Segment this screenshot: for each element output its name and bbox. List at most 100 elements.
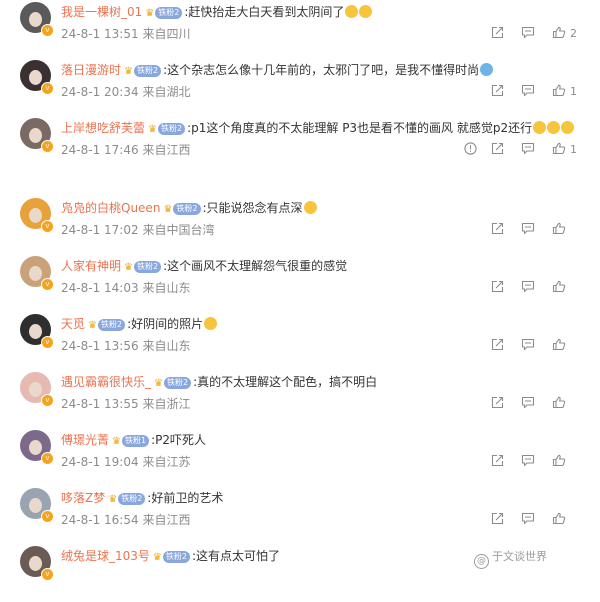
share-icon — [491, 396, 504, 409]
like-button[interactable] — [552, 280, 566, 293]
comment-location: 来自湖北 — [142, 85, 191, 99]
reply-button[interactable] — [521, 222, 535, 235]
username[interactable]: 我是一棵树_01 — [61, 5, 142, 19]
comment-header: 落日漫游时 ♛ 铁粉2:这个杂志怎么像十几年前的，太邪门了吧，是我不懂得时尚 — [61, 62, 494, 78]
share-icon — [491, 338, 504, 351]
comment-header: 遇见霸霸很快乐_ ♛ 铁粉2:真的不太理解这个配色，搞不明白 — [61, 374, 377, 390]
thumbs-up-icon — [552, 512, 566, 525]
crown-icon: ♛ — [152, 552, 162, 563]
reply-button[interactable] — [521, 280, 535, 293]
share-button[interactable] — [491, 338, 504, 351]
thumbs-up-icon — [552, 454, 566, 467]
reply-button[interactable] — [521, 396, 535, 409]
comment-time: 19:04 — [104, 455, 139, 469]
comment-text: :真的不太理解这个配色，搞不明白 — [193, 375, 378, 389]
comment-time: 13:56 — [104, 339, 139, 353]
like-button[interactable]: 1 — [552, 84, 577, 98]
username[interactable]: 天觅 — [61, 317, 85, 331]
report-icon — [464, 142, 477, 155]
fan-badge: 铁粉2 — [118, 493, 146, 505]
reply-icon — [521, 338, 535, 351]
thumbs-up-icon — [552, 396, 566, 409]
reply-button[interactable] — [521, 338, 535, 351]
reply-button[interactable] — [521, 84, 535, 97]
reply-button[interactable] — [521, 512, 535, 525]
like-button[interactable] — [552, 222, 566, 235]
emoji-icon — [359, 5, 373, 18]
comment-item: v 人家有神明 ♛ 铁粉2:这个画风不太理解怨气很重的感觉 24-8-1 14:03 来… — [0, 256, 600, 312]
username[interactable]: 遇见霸霸很快乐_ — [61, 375, 151, 389]
username[interactable]: 绒兔是球_103号 — [61, 549, 150, 563]
comment-date: 24-8-1 — [61, 143, 101, 157]
fan-badge: 铁粉2 — [173, 203, 201, 215]
share-button[interactable] — [491, 454, 504, 467]
crown-icon: ♛ — [163, 204, 173, 215]
reply-icon — [521, 26, 535, 39]
verified-badge-icon: v — [41, 24, 54, 37]
fan-badge: 铁粉2 — [162, 551, 190, 563]
username[interactable]: 人家有神明 — [61, 259, 121, 273]
username[interactable]: 傅璟光菁 — [61, 433, 109, 447]
share-button[interactable] — [491, 512, 504, 525]
fan-badge: 铁粉2 — [155, 7, 183, 19]
comment-header: 哆落Z梦 ♛ 铁粉2:好前卫的艺术 — [61, 490, 223, 506]
comment-date: 24-8-1 — [61, 397, 101, 411]
share-button[interactable] — [491, 280, 504, 293]
reply-icon — [521, 222, 535, 235]
share-icon — [491, 512, 504, 525]
share-button[interactable] — [491, 84, 504, 97]
like-button[interactable] — [552, 454, 566, 467]
comment-text: :P2吓死人 — [151, 433, 206, 447]
comment-meta: 24-8-1 19:04 来自江苏 — [61, 454, 190, 470]
reply-button[interactable] — [521, 142, 535, 155]
thumbs-up-icon — [552, 26, 566, 39]
verified-badge-icon: v — [41, 140, 54, 153]
fan-badge: 铁粉1 — [121, 435, 150, 447]
emoji-icon — [533, 121, 547, 134]
emoji-icon — [561, 121, 575, 134]
verified-badge-icon: v — [41, 220, 54, 233]
like-button[interactable] — [552, 396, 566, 409]
comment-date: 24-8-1 — [61, 85, 101, 99]
emoji-icon — [204, 317, 218, 330]
comment-item: v 哆落Z梦 ♛ 铁粉2:好前卫的艺术 24-8-1 16:54 来自江西 — [0, 488, 600, 544]
comment-meta: 24-8-1 13:51 来自四川 — [61, 26, 190, 42]
comment-date: 24-8-1 — [61, 27, 101, 41]
comment-location: 来自浙江 — [142, 397, 191, 411]
share-button[interactable] — [491, 26, 504, 39]
comment-text: :好前卫的艺术 — [147, 491, 224, 505]
fan-badge: 铁粉2 — [133, 65, 162, 77]
comment-item: v 落日漫游时 ♛ 铁粉2:这个杂志怎么像十几年前的，太邪门了吧，是我不懂得时尚 24-… — [0, 60, 600, 116]
like-button[interactable] — [552, 512, 566, 525]
comment-header: 傅璟光菁 ♛ 铁粉1:P2吓死人 — [61, 432, 206, 448]
emoji-icon — [345, 5, 359, 18]
username[interactable]: 凫凫的白桃Queen — [61, 201, 160, 215]
username[interactable]: 上岸想吃舒芙蕾 — [61, 121, 145, 135]
comment-text: :p1这个角度真的不太能理解 P3也是看不懂的画风 就感觉p2还行 — [187, 121, 533, 135]
watermark: @ 于文谈世界 — [474, 548, 547, 569]
username[interactable]: 落日漫游时 — [61, 63, 121, 77]
thumbs-up-icon — [552, 84, 566, 97]
verified-badge-icon: v — [41, 510, 54, 523]
like-button[interactable]: 1 — [552, 142, 577, 156]
comment-meta: 24-8-1 16:54 来自江西 — [61, 512, 190, 528]
like-button[interactable]: 2 — [552, 26, 577, 40]
reply-icon — [521, 84, 535, 97]
comment-date: 24-8-1 — [61, 223, 101, 237]
reply-button[interactable] — [521, 26, 535, 39]
like-button[interactable] — [552, 338, 566, 351]
share-button[interactable] — [491, 222, 504, 235]
reply-icon — [521, 280, 535, 293]
report-button[interactable] — [464, 142, 477, 155]
comment-item: v 凫凫的白桃Queen ♛ 铁粉2:只能说怨念有点深 24-8-1 17:02 来自中… — [0, 198, 600, 254]
share-button[interactable] — [491, 396, 504, 409]
username[interactable]: 哆落Z梦 — [61, 491, 105, 505]
comment-location: 来自中国台湾 — [142, 223, 215, 237]
comment-location: 来自山东 — [142, 281, 191, 295]
reply-button[interactable] — [521, 454, 535, 467]
share-button[interactable] — [491, 142, 504, 155]
verified-badge-icon: v — [41, 568, 54, 581]
crown-icon: ♛ — [112, 436, 121, 447]
verified-badge-icon: v — [41, 278, 54, 291]
emoji-icon — [303, 201, 317, 214]
